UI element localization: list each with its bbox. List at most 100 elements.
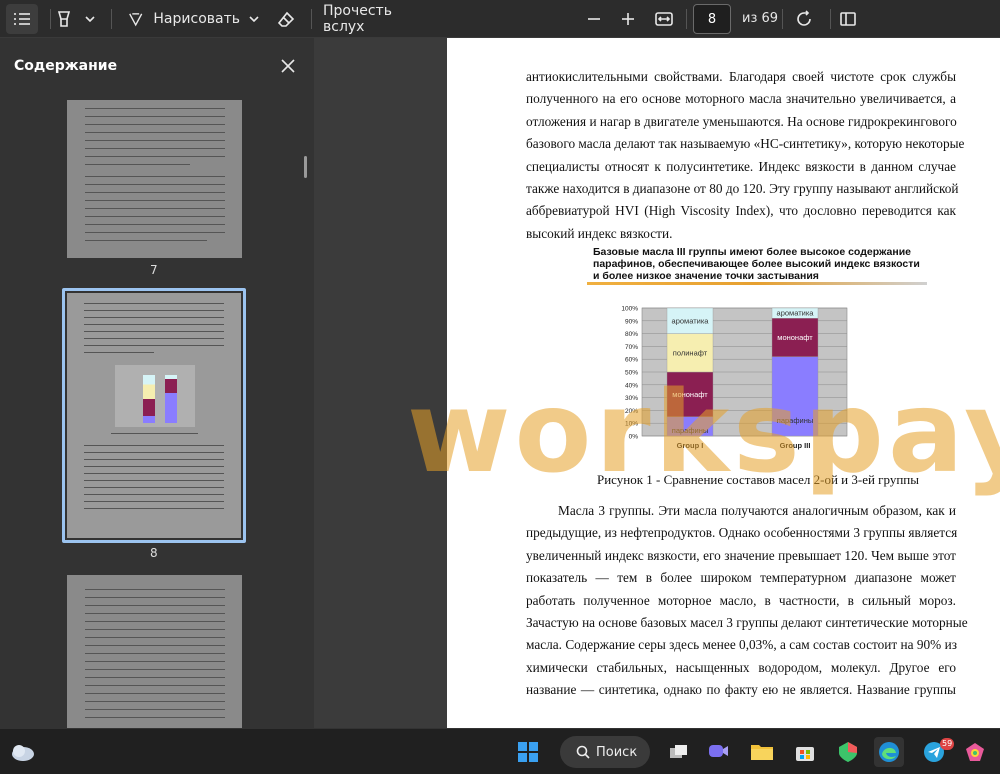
chart-segment-label: ароматика <box>672 316 710 325</box>
chart-segment-label: мононафт <box>777 333 813 342</box>
toolbar-divider <box>111 9 112 29</box>
contents-header: Содержание <box>0 38 314 94</box>
chart-y-tick-label: 80% <box>625 331 638 338</box>
figure-heading-line: Базовые масла III группы имеют более выс… <box>593 246 912 258</box>
telegram-unread-badge: 59 <box>940 738 955 750</box>
edge-browser-button[interactable] <box>874 737 904 767</box>
paragraph-line: отложения и нагар в двигателе уменьшаютс… <box>526 113 957 129</box>
page-thumbnail-8-selected-frame[interactable] <box>62 288 246 543</box>
page-thumbnail-8 <box>67 293 241 538</box>
document-page: антиокислительными свойствами. Благодаря… <box>447 38 1000 728</box>
minus-icon <box>588 18 600 20</box>
chat-app-button[interactable] <box>703 737 733 767</box>
contents-scrollbar[interactable] <box>304 156 307 178</box>
page-number-input[interactable] <box>693 4 731 34</box>
cloud-icon <box>12 745 34 761</box>
weather-widget[interactable] <box>8 737 38 767</box>
close-contents-button[interactable] <box>277 55 299 77</box>
paragraph-line: Масла 3 группы. Эти масла получаются ана… <box>558 503 956 518</box>
page-thumbnail-9[interactable] <box>67 575 242 728</box>
read-aloud-label: Прочесть вслух <box>323 3 392 35</box>
highlight-button[interactable] <box>54 4 74 34</box>
paragraph-intro: антиокислительными свойствами. Благодаря… <box>526 66 965 245</box>
paragraph-line: высокий индекс вязкости. <box>526 225 673 241</box>
figure-heading: Базовые масла III группы имеют более выс… <box>593 246 933 282</box>
composition-chart: 0% 10% 20% 30% 40% 50% 60% 70% 80% 90% 100% парафин… <box>621 306 848 450</box>
paragraph-line: полученного на его основе моторного масл… <box>526 91 956 107</box>
paint-app-button[interactable] <box>960 737 990 767</box>
eraser-icon <box>277 11 295 27</box>
document-viewer: антиокислительными свойствами. Благодаря… <box>314 38 1000 728</box>
paragraph-line: Зачастую на основе базовых масел 3 групп… <box>526 615 968 631</box>
chart-segment-label: полинафт <box>673 348 708 357</box>
zoom-out-button[interactable] <box>584 4 604 34</box>
figure-heading-line: и более низкое значение точки застывания <box>593 270 819 282</box>
highlight-options-button[interactable] <box>82 4 98 34</box>
contents-toggle-button[interactable] <box>6 4 38 34</box>
paragraph-line: предыдущие, из нефтепродуктов. Однако ос… <box>526 525 958 541</box>
file-explorer-button[interactable] <box>747 737 777 767</box>
rotate-button[interactable] <box>793 4 815 34</box>
video-chat-icon <box>709 745 728 757</box>
page-view-button[interactable] <box>838 4 860 34</box>
paragraph-line: аббревиатурой HVI (High Viscosity Index)… <box>526 203 956 219</box>
chevron-down-icon <box>85 16 95 22</box>
list-icon <box>14 13 30 25</box>
chart-segment-label: парафины <box>672 426 708 435</box>
draw-button[interactable]: Нарисовать <box>128 4 240 34</box>
contents-title: Содержание <box>14 58 118 74</box>
windows-logo-icon <box>518 742 538 762</box>
taskbar-search[interactable]: Поиск <box>560 736 650 768</box>
pdf-viewer-window: Нарисовать Прочесть вслух из 69 <box>0 0 1000 774</box>
zoom-in-button[interactable] <box>618 4 638 34</box>
figure-caption: Рисунок 1 - Сравнение составов масел 2-о… <box>597 472 919 487</box>
shield-color-icon <box>839 742 857 762</box>
rotate-icon <box>797 10 811 26</box>
chart-y-tick-label: 0% <box>629 434 639 441</box>
toolbar-divider <box>686 9 687 29</box>
paragraph-line: базового масла делают так называемую «НС… <box>526 136 965 152</box>
chart-y-tick-label: 70% <box>625 344 638 351</box>
figure-heading-underline <box>587 282 927 285</box>
toolbar: Нарисовать Прочесть вслух из 69 <box>0 0 1000 38</box>
chart-y-tick-label: 30% <box>625 395 638 402</box>
store-button[interactable] <box>790 737 820 767</box>
page-thumbnail-7[interactable] <box>67 100 242 258</box>
thumbnail-chart <box>115 365 195 427</box>
task-view-button[interactable] <box>664 737 694 767</box>
chart-y-tick-label: 50% <box>625 370 638 377</box>
search-icon <box>576 745 590 759</box>
toolbar-divider <box>782 9 783 29</box>
paragraph-line: химически стабильных, насыщенных водород… <box>526 659 956 675</box>
figure-heading-line: парафинов, обеспечивающее более высокий … <box>593 258 920 270</box>
folder-icon <box>751 745 773 760</box>
eraser-button[interactable] <box>274 4 298 34</box>
toolbar-divider <box>50 9 51 29</box>
search-label: Поиск <box>596 744 638 760</box>
plus-icon <box>622 13 634 25</box>
edge-icon <box>879 742 899 762</box>
paragraph-line: масла. Содержание серы здесь менее 0,03%… <box>526 637 957 653</box>
chart-y-tick-label: 90% <box>625 318 638 325</box>
chevron-down-icon <box>249 16 259 22</box>
chart-segment-label: мононафт <box>672 390 708 399</box>
page-thumbnail-label: 7 <box>150 263 158 277</box>
toolbar-divider <box>311 9 312 29</box>
task-view-icon <box>670 745 687 758</box>
close-icon <box>281 59 295 73</box>
paragraph-line: показатель — тем в более широком темпера… <box>526 570 956 586</box>
page-view-icon <box>840 12 856 26</box>
draw-options-button[interactable] <box>246 4 262 34</box>
fit-width-button[interactable] <box>652 4 676 34</box>
pen-icon <box>129 13 143 27</box>
photos-button[interactable] <box>833 737 863 767</box>
store-bag-icon <box>796 747 814 761</box>
fit-width-icon <box>655 12 673 26</box>
chart-y-tick-label: 100% <box>621 306 638 313</box>
toolbar-divider <box>830 9 831 29</box>
page-thumbnail-label: 8 <box>150 546 158 560</box>
paragraph-line: специалисты относят к полусинтетике. Инд… <box>526 158 956 174</box>
start-button[interactable] <box>513 737 543 767</box>
read-aloud-button[interactable]: Прочесть вслух <box>323 3 427 35</box>
chart-y-tick-label: 10% <box>625 421 638 428</box>
